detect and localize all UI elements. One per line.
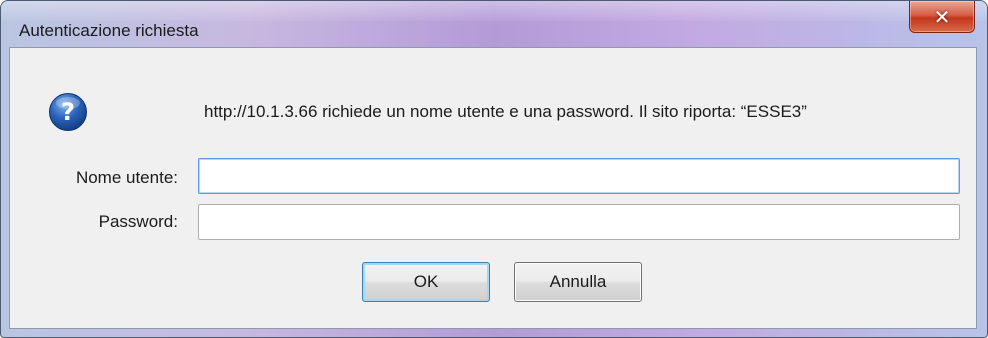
cancel-button-label: Annulla: [549, 272, 607, 291]
title-bar-glare: [1, 1, 987, 21]
ok-button[interactable]: OK: [362, 262, 490, 302]
svg-text:?: ?: [61, 98, 75, 126]
window-title: Autenticazione richiesta: [19, 21, 199, 40]
close-icon: ✕: [933, 4, 951, 29]
question-icon: ?: [49, 93, 87, 131]
username-label: Nome utente:: [75, 168, 178, 187]
auth-dialog-window: Autenticazione richiesta ✕ ? http://10.1…: [0, 0, 988, 338]
dialog-body: ? http://10.1.3.66 richiede un nome uten…: [9, 47, 977, 329]
username-input[interactable]: [198, 158, 960, 194]
password-input[interactable]: [198, 204, 960, 240]
close-button[interactable]: ✕: [909, 1, 975, 33]
auth-message: http://10.1.3.66 richiede un nome utente…: [204, 102, 807, 121]
cancel-button[interactable]: Annulla: [514, 262, 642, 302]
ok-button-label: OK: [413, 272, 439, 291]
title-bar[interactable]: Autenticazione richiesta ✕: [1, 1, 987, 47]
password-label: Password:: [98, 212, 178, 231]
